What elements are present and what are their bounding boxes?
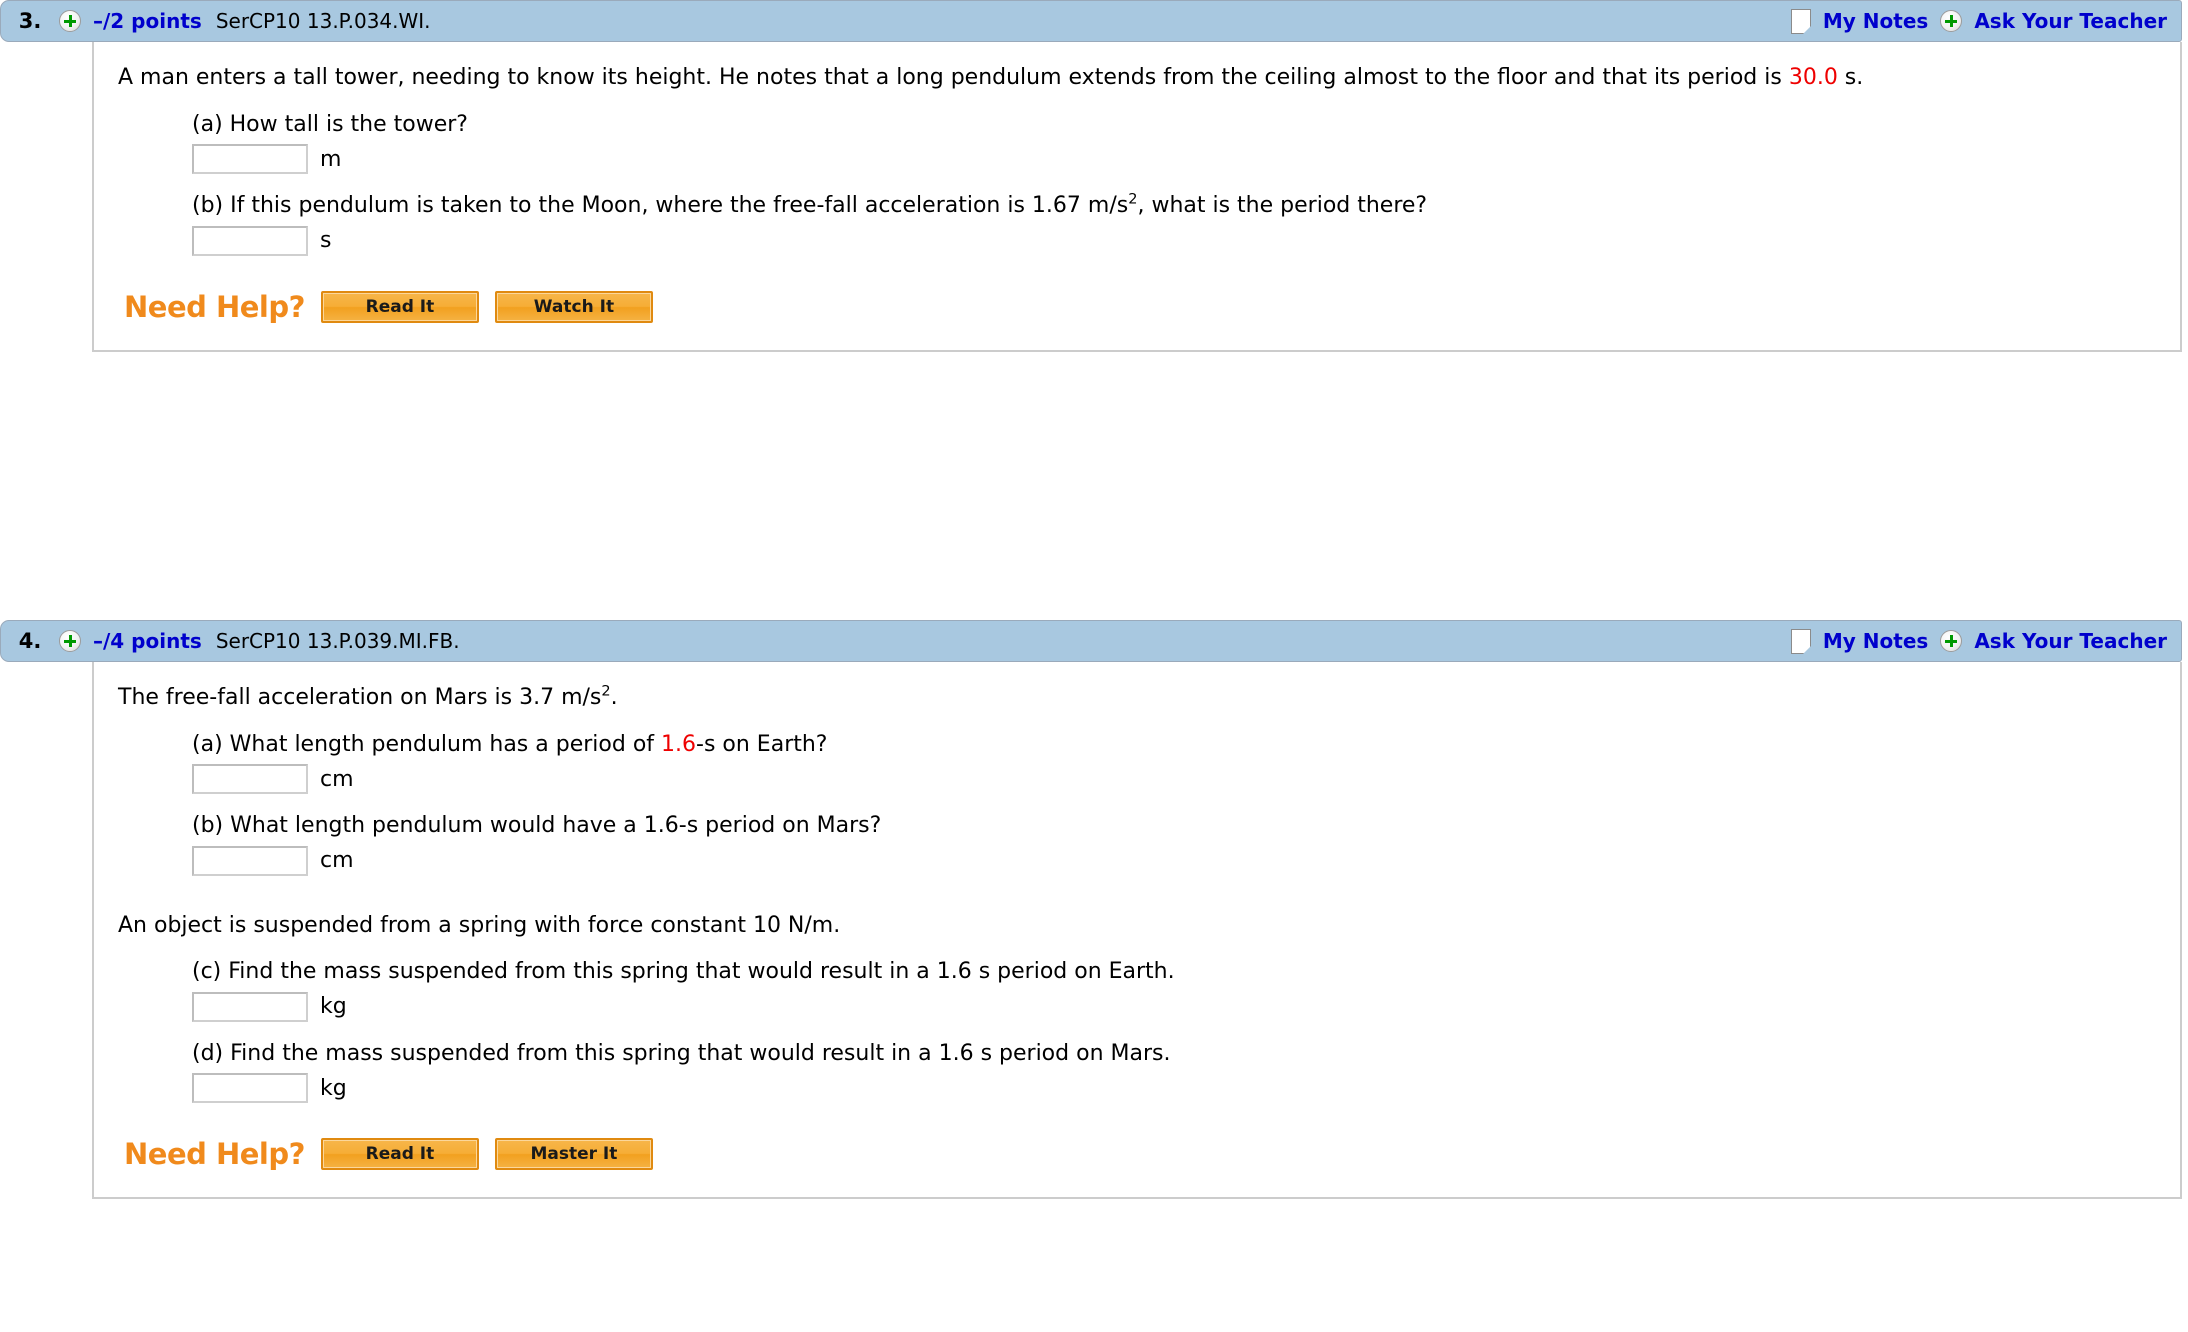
- answer-row-4c: kg: [192, 991, 2180, 1022]
- question-part-3b: (b) If this pendulum is taken to the Moo…: [94, 192, 2180, 256]
- answer-input-3a[interactable]: [192, 144, 308, 175]
- read-it-button-4[interactable]: Read It: [320, 1138, 479, 1171]
- stem-text-post: s.: [1837, 65, 1864, 90]
- question-code-4: SerCP10 13.P.039.MI.FB.: [215, 629, 460, 653]
- part-label-4a-post: -s on Earth?: [696, 731, 828, 757]
- question-stem-4: The free-fall acceleration on Mars is 3.…: [94, 684, 2172, 713]
- part-label-3b-pre: (b) If this pendulum is taken to the Moo…: [192, 193, 1129, 219]
- superscript-exponent: 2: [601, 683, 611, 700]
- answer-input-4b[interactable]: [192, 845, 308, 876]
- need-help-label-4: Need Help?: [124, 1137, 305, 1172]
- unit-label-4a: cm: [320, 766, 354, 792]
- part-highlight-value-4a: 1.6: [661, 731, 697, 757]
- plus-icon[interactable]: [1940, 10, 1963, 32]
- plus-icon[interactable]: [59, 630, 81, 652]
- ask-your-teacher-link-4[interactable]: Ask Your Teacher: [1974, 629, 2167, 653]
- answer-row-4a: cm: [192, 764, 2180, 795]
- question-header-4: 4. –/4 points SerCP10 13.P.039.MI.FB. My…: [0, 620, 2182, 662]
- question-header-actions-3: My Notes Ask Your Teacher: [1790, 8, 2171, 34]
- unit-label-4b: cm: [320, 848, 354, 874]
- answer-row-4b: cm: [192, 845, 2180, 876]
- stem-highlight-value: 30.0: [1788, 65, 1838, 90]
- answer-row-3a: m: [192, 144, 2180, 175]
- stem-text-pre: A man enters a tall tower, needing to kn…: [118, 65, 1789, 90]
- question-header-3: 3. –/2 points SerCP10 13.P.034.WI. My No…: [0, 0, 2182, 42]
- part-label-3a: (a) How tall is the tower?: [192, 111, 468, 137]
- question-header-actions-4: My Notes Ask Your Teacher: [1790, 628, 2171, 654]
- question-points-4: –/4 points: [93, 629, 202, 653]
- unit-label-3a: m: [320, 146, 342, 172]
- question-block-4: 4. –/4 points SerCP10 13.P.039.MI.FB. My…: [0, 620, 2182, 1200]
- unit-label-4c: kg: [320, 994, 347, 1020]
- answer-input-4d[interactable]: [192, 1073, 308, 1104]
- my-notes-link-4[interactable]: My Notes: [1823, 629, 1928, 653]
- part-label-3b-post: , what is the period there?: [1137, 193, 1428, 219]
- my-notes-link-3[interactable]: My Notes: [1823, 9, 1928, 33]
- stem-text-post-4: .: [610, 685, 618, 710]
- unit-label-4d: kg: [320, 1075, 347, 1101]
- watch-it-button-3[interactable]: Watch It: [494, 290, 653, 323]
- question-number-3: 3.: [18, 9, 42, 33]
- part-label-3b: (b) If this pendulum is taken to the Moo…: [192, 192, 2180, 220]
- question-points-3: –/2 points: [93, 9, 202, 33]
- unit-label-3b: s: [320, 228, 332, 254]
- plus-icon[interactable]: [1940, 630, 1963, 652]
- part-label-4c: (c) Find the mass suspended from this sp…: [192, 959, 1175, 985]
- note-page-icon[interactable]: [1790, 628, 1811, 654]
- answer-input-4c[interactable]: [192, 991, 308, 1022]
- question-part-4c: (c) Find the mass suspended from this sp…: [94, 958, 2180, 1022]
- read-it-button-3[interactable]: Read It: [320, 290, 479, 323]
- assignment-page: 3. –/2 points SerCP10 13.P.034.WI. My No…: [0, 0, 2188, 1332]
- part-label-4a: (a) What length pendulum has a period of…: [192, 731, 2180, 759]
- plus-icon[interactable]: [59, 10, 81, 32]
- stem-text-pre-4: The free-fall acceleration on Mars is 3.…: [118, 685, 602, 710]
- question-part-4a: (a) What length pendulum has a period of…: [94, 731, 2180, 795]
- question-stem-4-second: An object is suspended from a spring wit…: [118, 912, 841, 938]
- question-block-3: 3. –/2 points SerCP10 13.P.034.WI. My No…: [0, 0, 2182, 352]
- answer-row-4d: kg: [192, 1073, 2180, 1104]
- need-help-row-4: Need Help? Read It Master It: [94, 1137, 2180, 1171]
- need-help-label-3: Need Help?: [124, 289, 305, 324]
- part-label-4a-pre: (a) What length pendulum has a period of: [192, 731, 662, 757]
- question-part-3a: (a) How tall is the tower? m: [94, 111, 2180, 175]
- answer-input-4a[interactable]: [192, 764, 308, 795]
- question-part-4d: (d) Find the mass suspended from this sp…: [94, 1040, 2180, 1104]
- question-body-4: The free-fall acceleration on Mars is 3.…: [92, 662, 2182, 1200]
- question-code-3: SerCP10 13.P.034.WI.: [215, 9, 431, 33]
- part-label-4b: (b) What length pendulum would have a 1.…: [192, 813, 882, 839]
- answer-row-3b: s: [192, 225, 2180, 256]
- question-stem-3: A man enters a tall tower, needing to kn…: [94, 64, 2172, 93]
- ask-your-teacher-link-3[interactable]: Ask Your Teacher: [1974, 9, 2167, 33]
- note-page-icon[interactable]: [1790, 8, 1811, 34]
- master-it-button-4[interactable]: Master It: [494, 1138, 653, 1171]
- answer-input-3b[interactable]: [192, 225, 308, 256]
- part-label-4d: (d) Find the mass suspended from this sp…: [192, 1040, 1171, 1066]
- need-help-row-3: Need Help? Read It Watch It: [94, 290, 2180, 324]
- question-body-3: A man enters a tall tower, needing to kn…: [92, 42, 2182, 352]
- question-number-4: 4.: [18, 629, 42, 653]
- question-part-4b: (b) What length pendulum would have a 1.…: [94, 812, 2180, 876]
